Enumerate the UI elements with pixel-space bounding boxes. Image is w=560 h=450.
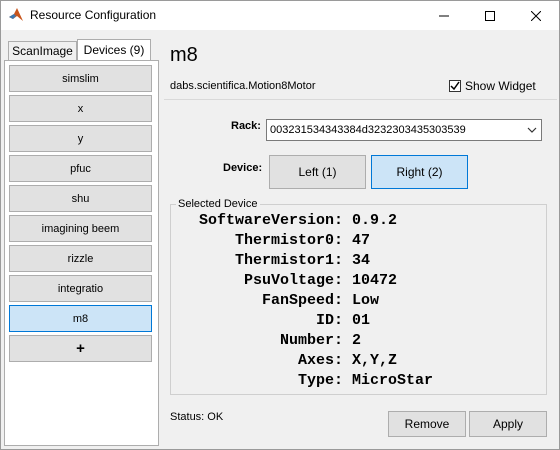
- device-button-pfuc[interactable]: pfuc: [9, 155, 152, 182]
- device-button-rizzle[interactable]: rizzle: [9, 245, 152, 272]
- info-key: Axes:: [297, 352, 343, 369]
- info-key: Thermistor0:: [234, 232, 343, 249]
- selected-device-group-title: Selected Device: [176, 198, 260, 210]
- info-row: Thermistor0: 47: [181, 231, 433, 251]
- matlab-icon: [9, 8, 23, 21]
- info-value: 47: [352, 232, 371, 249]
- minimize-icon: [439, 15, 449, 16]
- device-button-imagining-beem[interactable]: imagining beem: [9, 215, 152, 242]
- device-info-list: SoftwareVersion: 0.9.2 Thermistor0: 47 The…: [181, 211, 433, 391]
- info-key: SoftwareVersion:: [198, 212, 343, 229]
- device-button-y[interactable]: y: [9, 125, 152, 152]
- checkbox-box[interactable]: [449, 80, 461, 92]
- resource-configuration-window: Resource Configuration ScanImage Devices…: [0, 0, 560, 450]
- remove-button[interactable]: Remove: [388, 411, 466, 437]
- info-key: ID:: [315, 312, 343, 329]
- info-row: Number: 2: [181, 331, 433, 351]
- info-value: 34: [352, 252, 371, 269]
- info-key: PsuVoltage:: [243, 272, 343, 289]
- device-name-heading: m8: [170, 44, 198, 66]
- rack-dropdown[interactable]: 003231534343384d3232303435303539: [266, 119, 542, 141]
- info-value: 2: [352, 332, 362, 349]
- info-row: ID: 01: [181, 311, 433, 331]
- tab-devices[interactable]: Devices (9): [77, 39, 151, 60]
- device-left-button[interactable]: Left (1): [269, 155, 366, 189]
- minimize-button[interactable]: [421, 1, 467, 30]
- header-divider: [164, 99, 557, 100]
- device-button-integratio[interactable]: integratio: [9, 275, 152, 302]
- apply-button[interactable]: Apply: [469, 411, 547, 437]
- info-row: Thermistor1: 34: [181, 251, 433, 271]
- device-button-simslim[interactable]: simslim: [9, 65, 152, 92]
- info-value: MicroStar: [352, 372, 434, 389]
- close-button[interactable]: [513, 1, 559, 30]
- checkmark-icon: [450, 81, 460, 91]
- tab-scanimage[interactable]: ScanImage: [8, 41, 77, 60]
- device-class-name: dabs.scientifica.Motion8Motor: [170, 80, 316, 92]
- info-row: SoftwareVersion: 0.9.2: [181, 211, 433, 231]
- rack-value: 003231534343384d3232303435303539: [270, 124, 466, 136]
- device-button-shu[interactable]: shu: [9, 185, 152, 212]
- device-button-x[interactable]: x: [9, 95, 152, 122]
- info-value: Low: [352, 292, 380, 309]
- chevron-down-icon: [527, 127, 537, 133]
- status-text: Status: OK: [170, 411, 224, 423]
- device-list-panel: simslim x y pfuc shu imagining beem rizz…: [4, 60, 159, 446]
- info-key: Number:: [279, 332, 343, 349]
- maximize-icon: [485, 10, 495, 21]
- device-label: Device:: [223, 162, 263, 174]
- window-title: Resource Configuration: [30, 8, 157, 22]
- info-value: 01: [352, 312, 371, 329]
- title-bar[interactable]: Resource Configuration: [1, 1, 559, 30]
- info-row: FanSpeed: Low: [181, 291, 433, 311]
- info-value: 10472: [352, 272, 398, 289]
- show-widget-checkbox[interactable]: Show Widget: [449, 79, 536, 93]
- info-key: FanSpeed:: [261, 292, 343, 309]
- device-right-button[interactable]: Right (2): [371, 155, 468, 189]
- rack-label: Rack:: [231, 120, 261, 132]
- info-row: Type: MicroStar: [181, 371, 433, 391]
- info-row: PsuVoltage: 10472: [181, 271, 433, 291]
- maximize-button[interactable]: [467, 1, 513, 30]
- add-device-button[interactable]: +: [9, 335, 152, 362]
- info-row: Axes: X,Y,Z: [181, 351, 433, 371]
- info-value: 0.9.2: [352, 212, 398, 229]
- show-widget-label: Show Widget: [465, 79, 536, 93]
- info-key: Thermistor1:: [234, 252, 343, 269]
- close-icon: [531, 10, 541, 21]
- info-key: Type:: [297, 372, 343, 389]
- info-value: X,Y,Z: [352, 352, 398, 369]
- device-button-m8[interactable]: m8: [9, 305, 152, 332]
